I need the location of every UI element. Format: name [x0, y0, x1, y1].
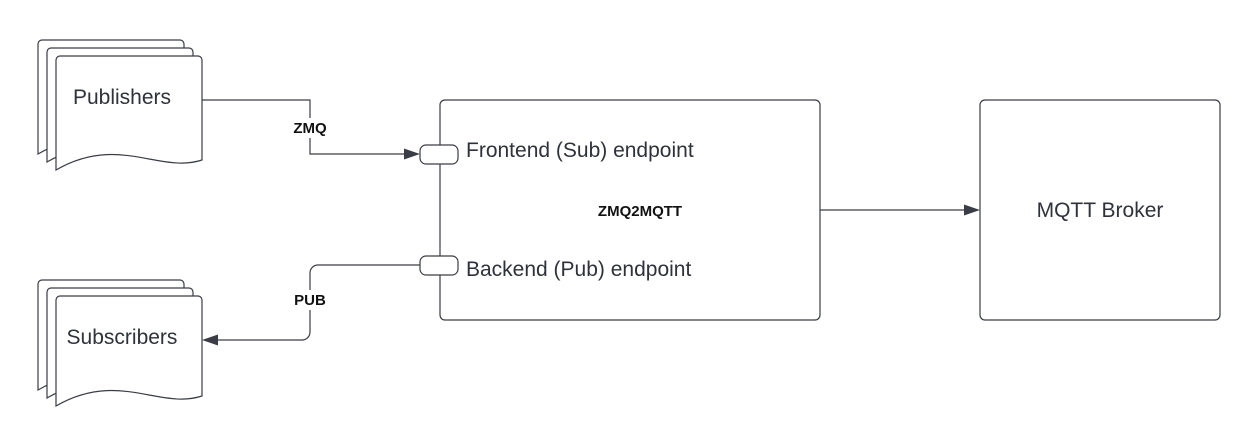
connector-publishers-to-frontend: ZMQ	[202, 99, 420, 160]
publishers-node[interactable]: Publishers	[37, 39, 203, 172]
subscribers-node[interactable]: Subscribers	[37, 279, 203, 408]
architecture-diagram: Publishers Subscribers ZMQ2MQTT Frontend…	[37, 39, 1221, 408]
publishers-label: Publishers	[73, 86, 171, 109]
pub-edge-label: PUB	[294, 292, 326, 309]
subscribers-label: Subscribers	[67, 326, 178, 349]
mqtt-broker-node[interactable]: MQTT Broker	[979, 99, 1221, 321]
frontend-endpoint-label: Frontend (Sub) endpoint	[466, 139, 694, 162]
zmq2mqtt-node[interactable]: ZMQ2MQTT	[439, 99, 821, 321]
connector-zmq2mqtt-to-broker	[820, 204, 980, 216]
backend-endpoint-label: Backend (Pub) endpoint	[466, 258, 691, 281]
zmq-edge-label: ZMQ	[293, 120, 327, 137]
mqtt-broker-label: MQTT Broker	[1037, 199, 1164, 222]
zmq2mqtt-label: ZMQ2MQTT	[598, 203, 682, 220]
connector-backend-to-subscribers: PUB	[202, 264, 420, 346]
